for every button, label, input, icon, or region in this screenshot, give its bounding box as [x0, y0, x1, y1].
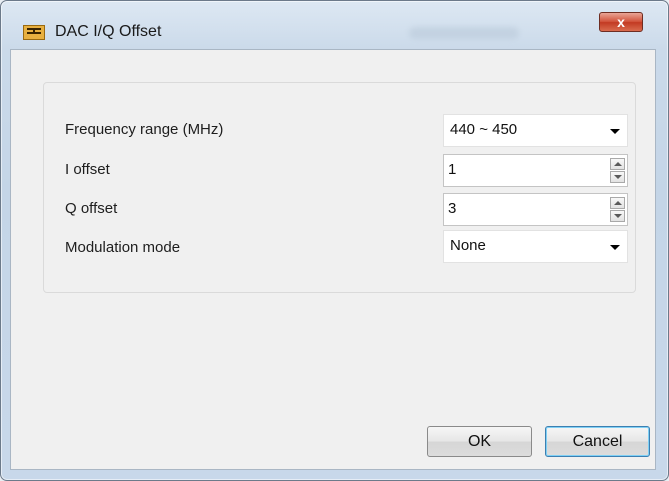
blurred-background-text	[409, 27, 519, 39]
decrement-icon[interactable]	[610, 171, 625, 183]
modulation-mode-label: Modulation mode	[65, 239, 181, 256]
app-icon	[23, 25, 45, 40]
decrement-icon[interactable]	[610, 210, 625, 222]
q-offset-stepper[interactable]: 3	[443, 193, 628, 226]
i-offset-value: 1	[448, 161, 457, 178]
frequency-range-value: 440 ~ 450	[450, 121, 518, 138]
window-title: DAC I/Q Offset	[55, 23, 162, 40]
frequency-range-select[interactable]: 440 ~ 450	[443, 114, 628, 147]
i-offset-stepper[interactable]: 1	[443, 154, 628, 187]
dialog-window: DAC I/Q Offset x Frequency range (MHz) 4…	[0, 0, 669, 481]
i-offset-spin-buttons	[610, 158, 625, 183]
frequency-range-label: Frequency range (MHz)	[65, 121, 224, 138]
q-offset-spin-buttons	[610, 197, 625, 222]
modulation-mode-select[interactable]: None	[443, 230, 628, 263]
increment-icon[interactable]	[610, 158, 625, 170]
chevron-down-icon	[610, 245, 620, 250]
q-offset-value: 3	[448, 200, 457, 217]
modulation-mode-value: None	[450, 237, 486, 254]
chevron-down-icon	[610, 129, 620, 134]
dialog-client-area: Frequency range (MHz) 440 ~ 450 I offset…	[10, 49, 656, 470]
close-button[interactable]: x	[599, 12, 643, 32]
increment-icon[interactable]	[610, 197, 625, 209]
title-bar[interactable]: DAC I/Q Offset x	[1, 1, 668, 41]
i-offset-label: I offset	[65, 161, 110, 178]
q-offset-label: Q offset	[65, 200, 118, 217]
ok-button[interactable]: OK	[427, 426, 532, 457]
cancel-button[interactable]: Cancel	[545, 426, 650, 457]
